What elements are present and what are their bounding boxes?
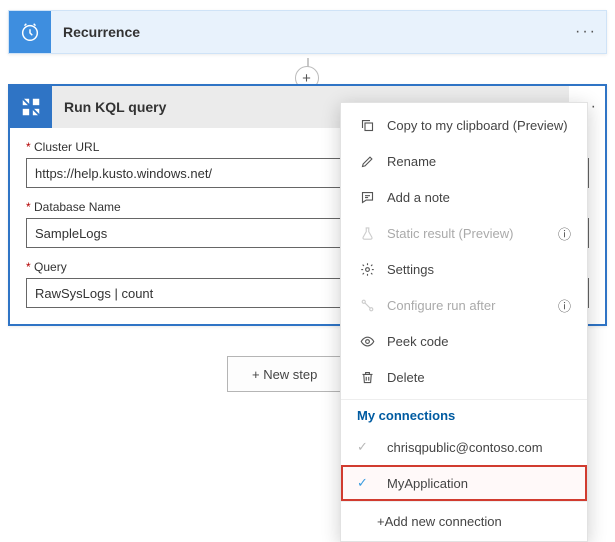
kusto-icon <box>10 86 52 128</box>
check-icon: ✓ <box>357 475 377 491</box>
recurrence-title: Recurrence <box>51 24 572 40</box>
connection-1-label: chrisqpublic@contoso.com <box>377 440 571 455</box>
flow-icon <box>357 298 377 313</box>
note-icon <box>357 190 377 205</box>
menu-settings-label: Settings <box>377 262 571 277</box>
info-icon[interactable]: ⓘ <box>558 224 571 243</box>
clock-icon <box>9 11 51 53</box>
connections-header: My connections <box>341 399 587 429</box>
menu-static-result: Static result (Preview) ⓘ <box>341 215 587 251</box>
menu-note-label: Add a note <box>377 190 571 205</box>
connection-2-label: MyApplication <box>377 476 571 491</box>
menu-rename[interactable]: Rename <box>341 143 587 179</box>
menu-peek-code[interactable]: Peek code <box>341 323 587 359</box>
menu-configure-run-after: Configure run after ⓘ <box>341 287 587 323</box>
recurrence-more-button[interactable]: ··· <box>572 24 600 40</box>
eye-icon <box>357 334 377 349</box>
copy-icon <box>357 118 377 133</box>
connection-item-1[interactable]: ✓ chrisqpublic@contoso.com <box>341 429 587 465</box>
gear-icon <box>357 262 377 277</box>
pencil-icon <box>357 154 377 169</box>
trash-icon <box>357 370 377 385</box>
menu-delete[interactable]: Delete <box>341 359 587 395</box>
new-step-button[interactable]: + New step <box>227 356 342 392</box>
step-context-menu: Copy to my clipboard (Preview) Rename Ad… <box>340 102 588 542</box>
info-icon[interactable]: ⓘ <box>558 296 571 315</box>
menu-peek-label: Peek code <box>377 334 571 349</box>
menu-settings[interactable]: Settings <box>341 251 587 287</box>
menu-copy[interactable]: Copy to my clipboard (Preview) <box>341 107 587 143</box>
recurrence-step[interactable]: Recurrence ··· <box>8 10 607 54</box>
menu-rename-label: Rename <box>377 154 571 169</box>
menu-add-note[interactable]: Add a note <box>341 179 587 215</box>
menu-static-label: Static result (Preview) <box>377 226 558 241</box>
add-connection-button[interactable]: +Add new connection <box>341 501 587 541</box>
menu-delete-label: Delete <box>377 370 571 385</box>
menu-copy-label: Copy to my clipboard (Preview) <box>377 118 571 133</box>
flask-icon <box>357 226 377 241</box>
check-icon: ✓ <box>357 439 377 455</box>
menu-configure-label: Configure run after <box>377 298 558 313</box>
connection-item-2[interactable]: ✓ MyApplication <box>341 465 587 501</box>
